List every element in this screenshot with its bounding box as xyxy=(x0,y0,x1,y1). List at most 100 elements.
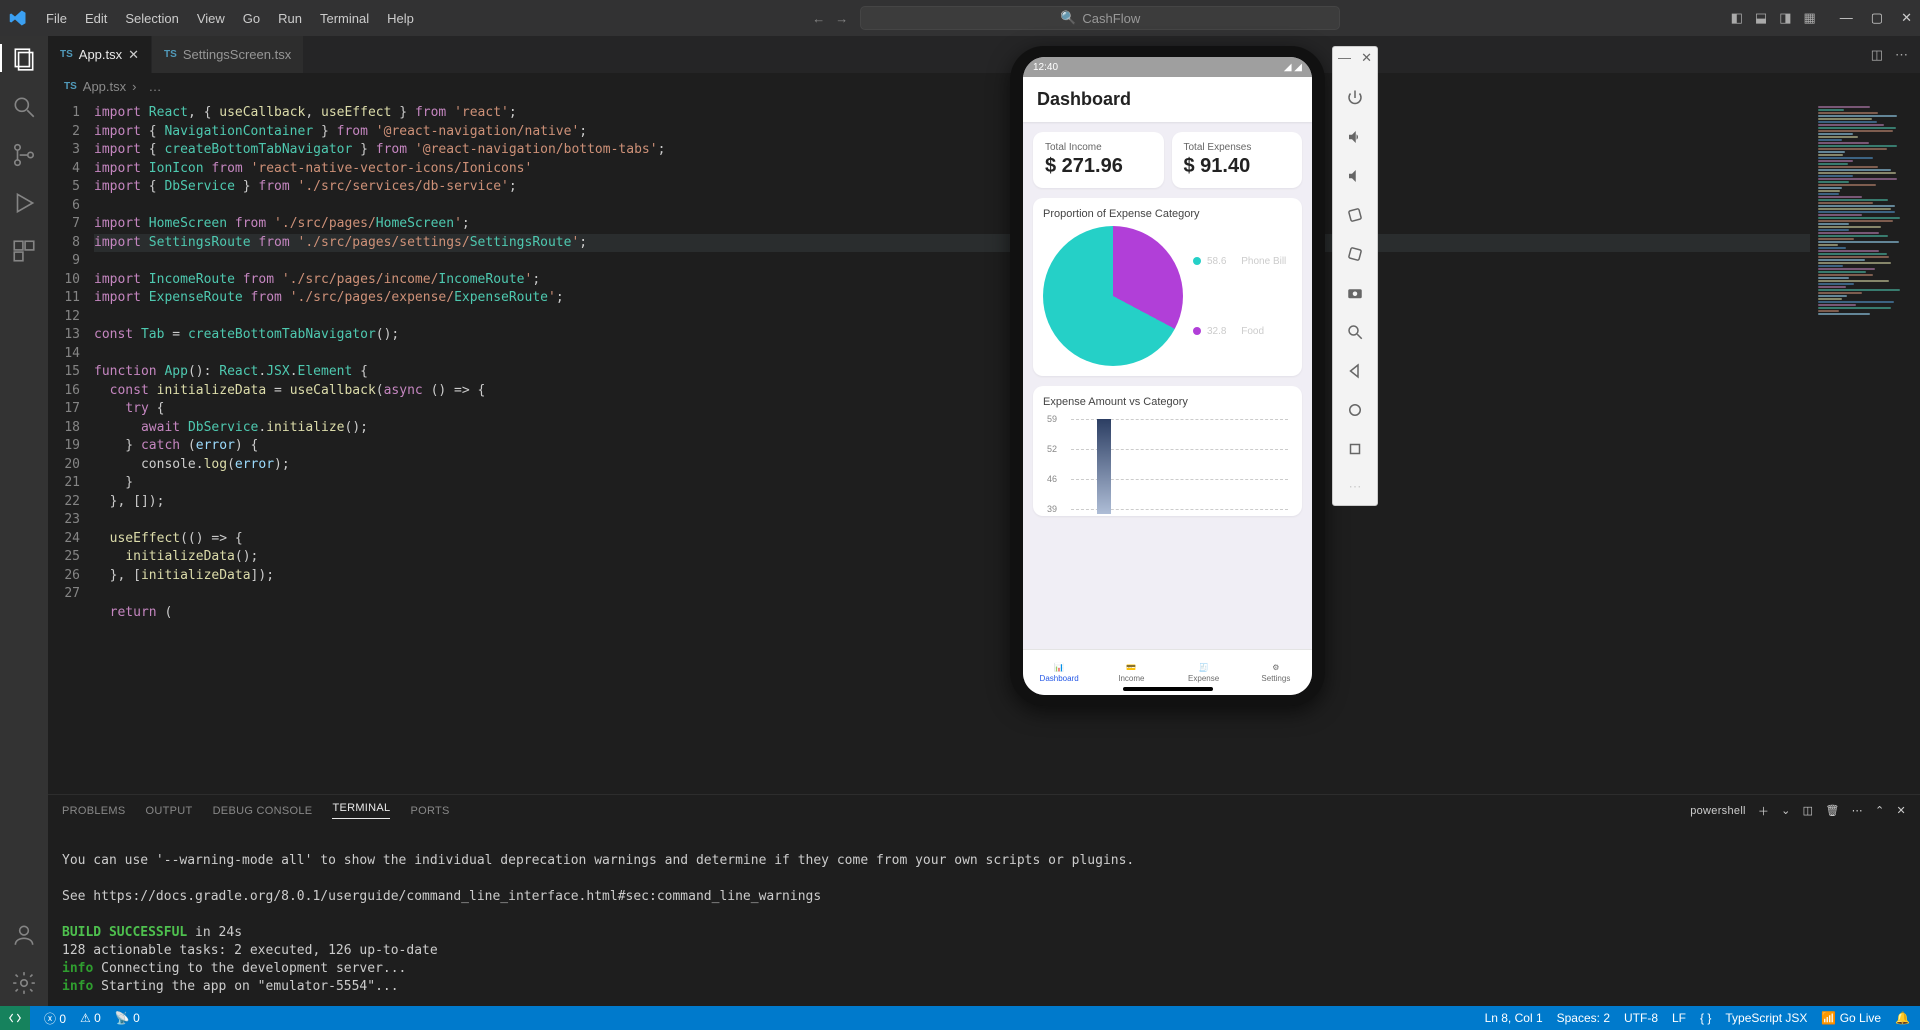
customize-layout-icon[interactable]: ▦ xyxy=(1804,10,1816,26)
breadcrumb-file: App.tsx xyxy=(83,79,126,94)
activity-bar xyxy=(0,36,48,1006)
volume-down-icon[interactable] xyxy=(1346,167,1364,188)
panel-tab-output[interactable]: OUTPUT xyxy=(146,805,193,817)
status-language[interactable]: TypeScript JSX xyxy=(1725,1011,1807,1025)
status-ports[interactable]: 📡 0 xyxy=(115,1011,140,1025)
panel-close-icon[interactable]: ✕ xyxy=(1896,804,1906,817)
status-spaces[interactable]: Spaces: 2 xyxy=(1557,1011,1610,1025)
toggle-panel-icon[interactable]: ⬓ xyxy=(1755,10,1767,26)
android-nav-pill[interactable] xyxy=(1123,687,1213,691)
app-header-title: Dashboard xyxy=(1023,77,1312,122)
menu-selection[interactable]: Selection xyxy=(117,7,186,30)
back-icon[interactable] xyxy=(1346,362,1364,383)
card-total-income[interactable]: Total Income $ 271.96 xyxy=(1033,132,1164,188)
menu-terminal[interactable]: Terminal xyxy=(312,7,377,30)
android-emulator[interactable]: 12:40 ◢ ◢ Dashboard Total Income $ 271.9… xyxy=(1010,46,1380,706)
search-icon[interactable] xyxy=(11,94,37,120)
menu-bar: File Edit Selection View Go Run Terminal… xyxy=(38,7,422,30)
card-bar-chart[interactable]: Expense Amount vs Category 59524639 xyxy=(1033,386,1302,516)
nav-forward-icon[interactable]: → xyxy=(835,11,848,26)
extensions-icon[interactable] xyxy=(11,238,37,264)
source-control-icon[interactable] xyxy=(11,142,37,168)
status-warnings[interactable]: ⚠ 0 xyxy=(80,1011,101,1025)
card-total-expenses[interactable]: Total Expenses $ 91.40 xyxy=(1172,132,1303,188)
tab-close-icon[interactable]: ✕ xyxy=(128,47,139,63)
status-line-col[interactable]: Ln 8, Col 1 xyxy=(1485,1011,1543,1025)
bar-title: Expense Amount vs Category xyxy=(1043,396,1292,408)
pie-legend: 58.6 Phone Bill 32.8 Food xyxy=(1193,226,1292,366)
pie-title: Proportion of Expense Category xyxy=(1043,208,1292,220)
split-editor-icon[interactable]: ◫ xyxy=(1871,47,1883,63)
panel-tab-ports[interactable]: PORTS xyxy=(410,805,449,817)
power-icon[interactable] xyxy=(1346,89,1364,110)
tab-app-tsx[interactable]: TS App.tsx ✕ xyxy=(48,36,152,73)
menu-help[interactable]: Help xyxy=(379,7,422,30)
menu-run[interactable]: Run xyxy=(270,7,310,30)
command-center[interactable]: 🔍 CashFlow xyxy=(860,6,1340,30)
breadcrumb[interactable]: TS App.tsx › … xyxy=(48,74,1920,98)
terminal[interactable]: You can use '--warning-mode all' to show… xyxy=(48,826,1920,1006)
panel-tab-problems[interactable]: PROBLEMS xyxy=(62,805,126,817)
expense-label: Total Expenses xyxy=(1184,142,1291,153)
android-status-bar: 12:40 ◢ ◢ xyxy=(1023,57,1312,77)
remote-indicator[interactable] xyxy=(0,1006,30,1030)
emu-minimize-icon[interactable]: ― xyxy=(1338,50,1351,66)
status-brackets[interactable]: { } xyxy=(1700,1011,1711,1025)
panel-tab-debug-console[interactable]: DEBUG CONSOLE xyxy=(213,805,313,817)
legend-swatch xyxy=(1193,257,1201,265)
more-icon[interactable]: ⋯ xyxy=(1349,479,1362,495)
accounts-icon[interactable] xyxy=(11,922,37,948)
status-eol[interactable]: LF xyxy=(1672,1011,1686,1025)
status-encoding[interactable]: UTF-8 xyxy=(1624,1011,1658,1025)
more-actions-icon[interactable]: ⋯ xyxy=(1895,47,1908,63)
rotate-right-icon[interactable] xyxy=(1346,245,1364,266)
terminal-trash-icon[interactable]: 🗑 xyxy=(1825,804,1839,817)
tab-settingsscreen-tsx[interactable]: TS SettingsScreen.tsx xyxy=(152,36,304,73)
terminal-shell-label[interactable]: powershell xyxy=(1690,805,1746,817)
nav-settings[interactable]: ⚙Settings xyxy=(1240,650,1312,695)
settings-gear-icon[interactable] xyxy=(11,970,37,996)
tab-label: App.tsx xyxy=(79,47,122,62)
legend-swatch xyxy=(1193,327,1201,335)
explorer-icon[interactable] xyxy=(11,46,37,72)
menu-file[interactable]: File xyxy=(38,7,75,30)
terminal-chevron-down-icon[interactable]: ⌄ xyxy=(1781,804,1791,817)
terminal-more-icon[interactable]: ⋯ xyxy=(1852,804,1863,817)
zoom-icon[interactable] xyxy=(1346,323,1364,344)
menu-edit[interactable]: Edit xyxy=(77,7,115,30)
toggle-secondary-sidebar-icon[interactable]: ◨ xyxy=(1779,10,1791,26)
line-number-gutter: 1234567891011121314151617181920212223242… xyxy=(48,98,94,794)
status-errors[interactable]: ⓧ 0 xyxy=(44,1010,66,1027)
ts-file-icon: TS xyxy=(164,49,177,60)
income-value: $ 271.96 xyxy=(1045,155,1152,178)
overview-icon[interactable] xyxy=(1346,440,1364,461)
rotate-left-icon[interactable] xyxy=(1346,206,1364,227)
nav-back-icon[interactable]: ← xyxy=(812,11,825,26)
volume-up-icon[interactable] xyxy=(1346,128,1364,149)
chart-bar-icon: 📊 xyxy=(1054,663,1064,672)
status-notifications-icon[interactable]: 🔔 xyxy=(1895,1011,1910,1025)
run-debug-icon[interactable] xyxy=(11,190,37,216)
window-minimize-icon[interactable]: ― xyxy=(1840,10,1853,26)
terminal-split-icon[interactable]: ◫ xyxy=(1803,804,1814,817)
code-editor[interactable]: import React, { useCallback, useEffect }… xyxy=(94,98,1810,794)
phone-screen[interactable]: 12:40 ◢ ◢ Dashboard Total Income $ 271.9… xyxy=(1023,57,1312,695)
expense-value: $ 91.40 xyxy=(1184,155,1291,178)
menu-go[interactable]: Go xyxy=(235,7,268,30)
terminal-new-icon[interactable]: ＋ xyxy=(1758,803,1769,819)
emu-close-icon[interactable]: ✕ xyxy=(1361,50,1372,66)
home-icon[interactable] xyxy=(1346,401,1364,422)
card-pie-chart[interactable]: Proportion of Expense Category 58.6 Phon… xyxy=(1033,198,1302,376)
window-close-icon[interactable]: ✕ xyxy=(1901,10,1912,26)
minimap[interactable] xyxy=(1810,98,1920,794)
menu-view[interactable]: View xyxy=(189,7,233,30)
toggle-primary-sidebar-icon[interactable]: ◧ xyxy=(1731,10,1743,26)
receipt-icon: 🧾 xyxy=(1199,663,1209,672)
camera-icon[interactable] xyxy=(1346,284,1364,305)
panel-maximize-icon[interactable]: ⌃ xyxy=(1875,804,1885,817)
status-golive[interactable]: 📶 Go Live xyxy=(1821,1011,1881,1025)
window-maximize-icon[interactable]: ▢ xyxy=(1871,10,1883,26)
nav-dashboard[interactable]: 📊Dashboard xyxy=(1023,650,1095,695)
panel-tab-terminal[interactable]: TERMINAL xyxy=(332,802,390,819)
status-time: 12:40 xyxy=(1033,62,1058,73)
